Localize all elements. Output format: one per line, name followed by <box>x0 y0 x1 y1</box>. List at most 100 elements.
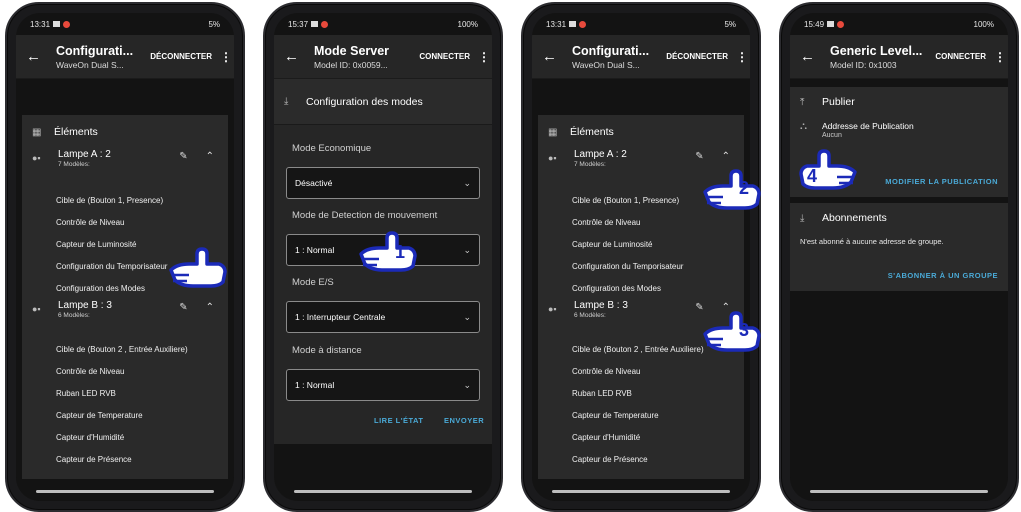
pointing-hand-icon: 1 <box>359 231 417 272</box>
model-item[interactable]: Cible de (Bouton 1, Presence) <box>572 196 679 205</box>
group-lampe-a[interactable]: ●▪ Lampe A : 27 Modèles: ✎ ⌃ <box>22 149 228 168</box>
remote-mode-select[interactable]: 1 : Normal ⌄ <box>286 369 480 401</box>
model-item[interactable]: Contrôle de Niveau <box>572 367 640 376</box>
status-time: 13:31 <box>30 19 51 29</box>
model-item[interactable]: Ruban LED RVB <box>56 389 116 398</box>
field-label: Mode Economique <box>292 143 372 154</box>
model-item[interactable]: Capteur d'Humidité <box>56 433 124 442</box>
page-title: Configurati... <box>56 43 134 58</box>
elements-card: ▦ Éléments ●▪ Lampe A : 27 Modèles: ✎ ⌃ Cibl… <box>22 115 228 479</box>
status-time: 13:31 <box>546 19 567 29</box>
model-item[interactable]: Capteur de Présence <box>572 455 648 464</box>
back-arrow-icon[interactable]: ← <box>26 48 48 65</box>
back-arrow-icon[interactable]: ← <box>542 48 564 65</box>
model-item[interactable]: Capteur d'Humidité <box>572 433 640 442</box>
app-notification-icon <box>579 20 587 28</box>
status-battery: 5% <box>208 19 220 29</box>
model-item[interactable]: Configuration du Temporisateur <box>56 262 167 271</box>
field-label: Mode de Detection de mouvement <box>292 210 438 221</box>
group-lampe-b[interactable]: ●▪ Lampe B : 36 Modèles: ✎ ⌃ <box>22 300 228 319</box>
subscriptions-card: ⤓ Abonnements N'est abonné à aucune adres… <box>790 203 1008 291</box>
more-options-icon[interactable]: ⋮ <box>220 50 232 64</box>
notification-icon <box>569 21 577 27</box>
disconnect-button[interactable]: DÉCONNECTER <box>666 52 728 61</box>
connect-button[interactable]: CONNECTER <box>935 52 986 61</box>
phone-3-screen: 13:31 5% ← Configurati... WaveOn Dual S..… <box>532 13 750 501</box>
model-item[interactable]: Cible de (Bouton 2 , Entrée Auxiliere) <box>56 345 188 354</box>
phone-4: 15:49 100% ← Generic Level... Model ID: 0… <box>779 2 1019 512</box>
nav-bar <box>294 490 472 493</box>
group-name: Lampe B : 3 <box>574 300 628 311</box>
model-item[interactable]: Configuration du Temporisateur <box>572 262 683 271</box>
element-icon: ●▪ <box>32 153 41 163</box>
economy-mode-select[interactable]: Désactivé ⌄ <box>286 167 480 199</box>
page-subtitle: Model ID: 0x1003 <box>830 59 897 70</box>
status-time: 15:37 <box>288 19 309 29</box>
edit-icon[interactable]: ✎ <box>179 302 187 313</box>
app-notification-icon <box>837 20 845 28</box>
group-models-count: 6 Modèles: <box>58 312 90 319</box>
collapse-icon[interactable]: ⌃ <box>206 151 214 162</box>
publish-address-row: ⛬ Addresse de Publication Aucun <box>790 121 1008 139</box>
back-arrow-icon[interactable]: ← <box>800 48 822 65</box>
io-mode-select[interactable]: 1 : Interrupteur Centrale ⌄ <box>286 301 480 333</box>
model-item[interactable]: Ruban LED RVB <box>572 389 632 398</box>
phone-4-screen: 15:49 100% ← Generic Level... Model ID: 0… <box>790 13 1008 501</box>
edit-icon[interactable]: ✎ <box>179 151 187 162</box>
more-options-icon[interactable]: ⋮ <box>478 50 490 64</box>
collapse-icon[interactable]: ⌃ <box>206 302 214 313</box>
model-item[interactable]: Contrôle de Niveau <box>56 367 124 376</box>
phone-2: 15:37 100% ← Mode Server Model ID: 0x0059… <box>263 2 503 512</box>
subscriptions-empty-text: N'est abonné à aucune adresse de groupe. <box>800 237 944 246</box>
status-battery: 100% <box>457 19 478 29</box>
status-bar: 13:31 5% <box>16 13 234 35</box>
model-item[interactable]: Capteur de Temperature <box>56 411 143 420</box>
disconnect-button[interactable]: DÉCONNECTER <box>150 52 212 61</box>
group-name: Lampe B : 3 <box>58 300 112 311</box>
notification-icon <box>53 21 61 27</box>
nav-bar <box>36 490 214 493</box>
edit-icon[interactable]: ✎ <box>695 151 703 162</box>
download-icon: ⤓ <box>284 96 289 107</box>
group-models-count: 7 Modèles: <box>574 161 606 168</box>
send-button[interactable]: ENVOYER <box>444 416 484 425</box>
app-bar: ← Generic Level... Model ID: 0x1003 CONNE… <box>790 35 1008 79</box>
model-item[interactable]: Capteur de Luminosité <box>56 240 137 249</box>
element-icon: ●▪ <box>32 304 41 314</box>
page-title: Configurati... <box>572 43 650 58</box>
more-options-icon[interactable]: ⋮ <box>994 50 1006 64</box>
chevron-down-icon: ⌄ <box>463 177 471 188</box>
read-state-button[interactable]: LIRE L'ÉTAT <box>374 416 424 425</box>
app-notification-icon <box>321 20 329 28</box>
model-item[interactable]: Capteur de Luminosité <box>572 240 653 249</box>
model-item[interactable]: Contrôle de Niveau <box>572 218 640 227</box>
back-arrow-icon[interactable]: ← <box>284 48 306 65</box>
model-item[interactable]: Cible de (Bouton 1, Presence) <box>56 196 163 205</box>
connect-button[interactable]: CONNECTER <box>419 52 470 61</box>
model-item[interactable]: Capteur de Temperature <box>572 411 659 420</box>
more-options-icon[interactable]: ⋮ <box>736 50 748 64</box>
elements-header: ▦ Éléments <box>548 126 614 138</box>
phone-1: 13:31 5% ← Configurati... WaveOn Dual S..… <box>5 2 245 512</box>
app-bar: ← Configurati... WaveOn Dual S... DÉCONNE… <box>532 35 750 79</box>
model-item[interactable]: Capteur de Présence <box>56 455 132 464</box>
model-item[interactable]: Configuration des Modes <box>56 284 145 293</box>
model-item[interactable]: Cible de (Bouton 2 , Entrée Auxiliere) <box>572 345 704 354</box>
model-item[interactable]: Contrôle de Niveau <box>56 218 124 227</box>
model-item[interactable]: Configuration des Modes <box>572 284 661 293</box>
notification-icon <box>827 21 835 27</box>
page-subtitle: WaveOn Dual S... <box>56 59 124 70</box>
step-number-badge: 1 <box>395 242 405 262</box>
pointing-hand-icon <box>169 247 227 288</box>
elements-header: ▦ Éléments <box>32 126 98 138</box>
group-name: Lampe A : 2 <box>574 149 627 160</box>
upload-icon: ⤒ <box>800 96 805 108</box>
subscribe-group-button[interactable]: S'ABONNER À UN GROUPE <box>888 271 998 280</box>
collapse-icon[interactable]: ⌃ <box>722 151 730 162</box>
status-battery: 5% <box>724 19 736 29</box>
chevron-down-icon: ⌄ <box>463 311 471 322</box>
notification-icon <box>311 21 319 27</box>
app-bar: ← Configurati... WaveOn Dual S... DÉCONNE… <box>16 35 234 79</box>
modify-publication-button[interactable]: MODIFIER LA PUBLICATION <box>885 177 998 186</box>
element-icon: ●▪ <box>548 153 557 163</box>
